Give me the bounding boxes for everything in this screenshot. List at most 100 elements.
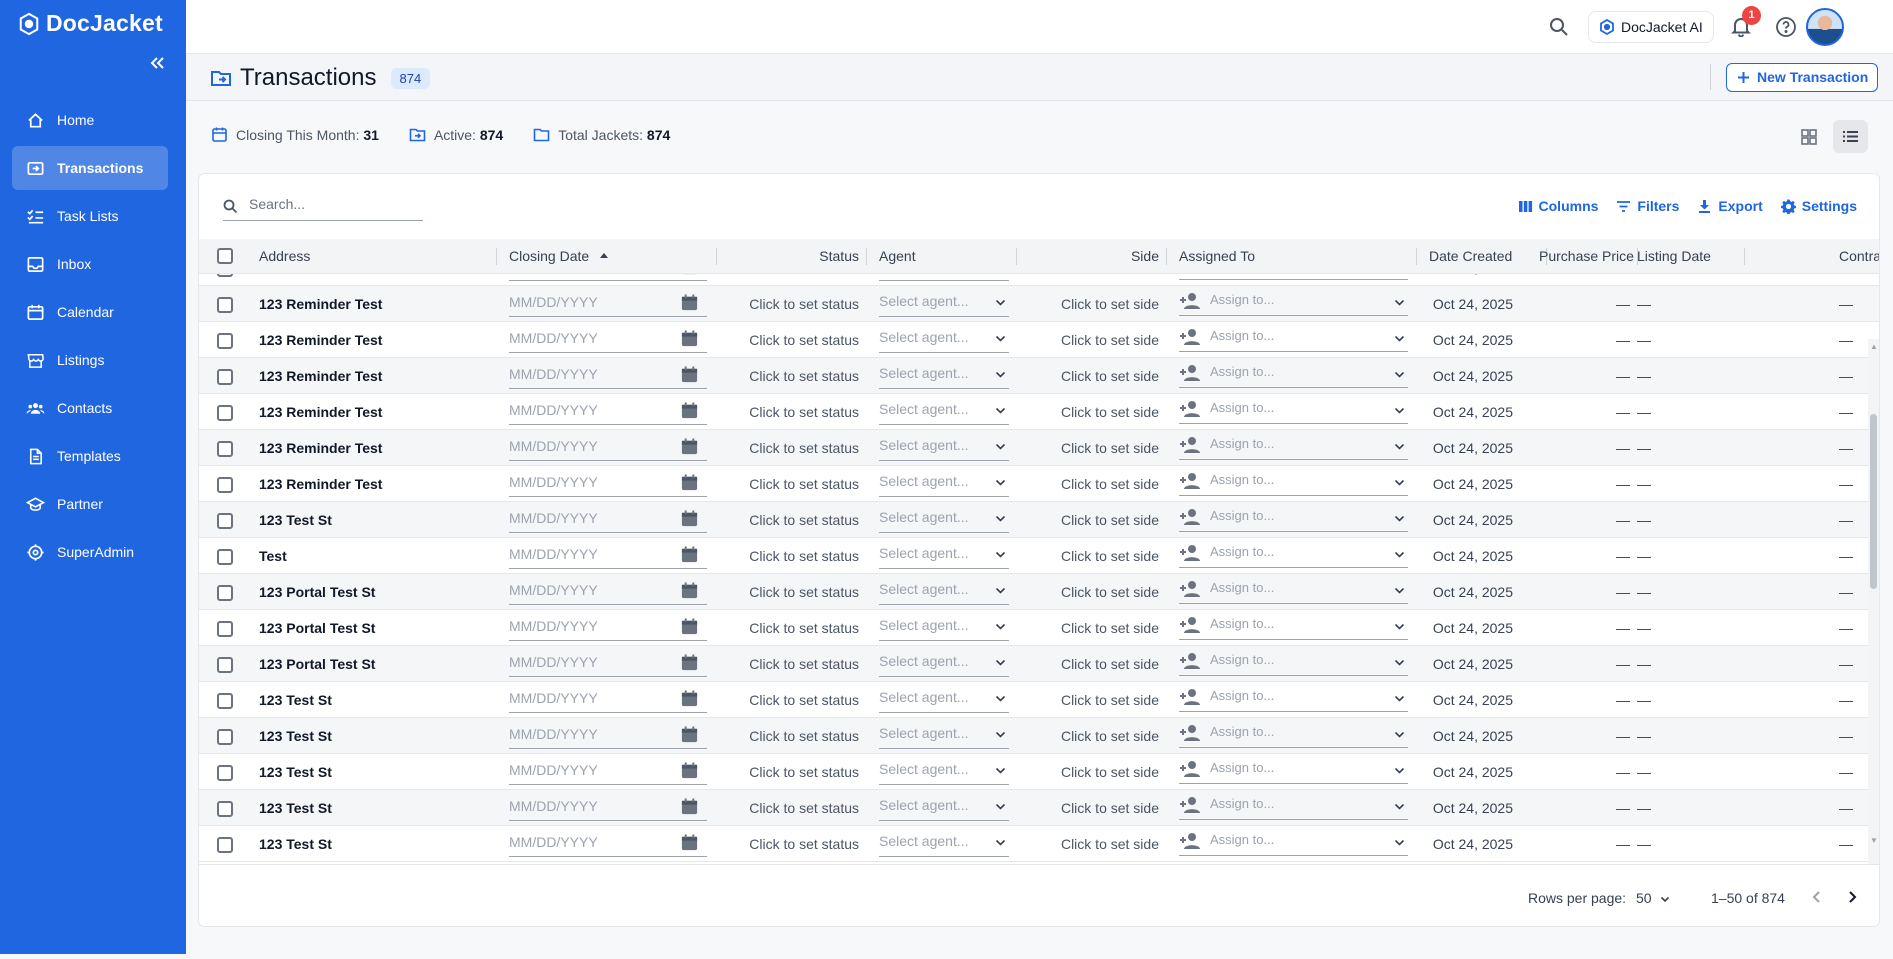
header-purchase-price[interactable]: Purchase Price [1539, 239, 1638, 274]
row-checkbox[interactable] [217, 441, 233, 457]
table-row[interactable]: 123 Test St MM/DD/YYYY Click to set status… [199, 502, 1879, 538]
table-row[interactable]: 123 Test St MM/DD/YYYY Click to set status… [199, 826, 1879, 862]
table-row[interactable]: 123 Reminder Test MM/DD/YYYY Click to set … [199, 274, 1879, 286]
assign-to-select[interactable]: Assign to... [1179, 757, 1408, 784]
agent-select[interactable]: Select agent... [879, 274, 1009, 281]
address-cell[interactable]: 123 Reminder Test [259, 322, 489, 358]
status-cell[interactable]: Click to set status [619, 646, 859, 682]
row-checkbox[interactable] [217, 513, 233, 529]
assign-to-select[interactable]: Assign to... [1179, 577, 1408, 604]
row-checkbox[interactable] [217, 405, 233, 421]
assign-to-select[interactable]: Assign to... [1179, 649, 1408, 676]
status-cell[interactable]: Click to set status [619, 358, 859, 394]
row-checkbox[interactable] [217, 729, 233, 745]
grid-view-icon[interactable] [1800, 128, 1818, 146]
sidebar-item-inbox[interactable]: Inbox [12, 242, 168, 286]
status-cell[interactable]: Click to set status [619, 274, 859, 286]
side-cell[interactable]: Click to set side [1059, 286, 1159, 322]
side-cell[interactable]: Click to set side [1059, 358, 1159, 394]
assign-to-select[interactable]: Assign to... [1179, 541, 1408, 568]
row-checkbox[interactable] [217, 297, 233, 313]
assign-to-select[interactable]: Assign to... [1179, 613, 1408, 640]
header-listing-date[interactable]: Listing Date [1637, 239, 1745, 274]
table-row[interactable]: Test MM/DD/YYYY Click to set status Select … [199, 538, 1879, 574]
address-cell[interactable]: 123 Test St [259, 718, 489, 754]
agent-select[interactable]: Select agent... [879, 794, 1009, 821]
table-row[interactable]: 123 Reminder Test MM/DD/YYYY Click to set … [199, 394, 1879, 430]
header-date-created[interactable]: Date Created [1429, 239, 1547, 274]
assign-to-select[interactable]: Assign to... [1179, 397, 1408, 424]
agent-select[interactable]: Select agent... [879, 686, 1009, 713]
header-contract[interactable]: Contra [1839, 239, 1879, 274]
address-cell[interactable]: 123 Reminder Test [259, 430, 489, 466]
table-row[interactable]: 123 Test St MM/DD/YYYY Click to set status… [199, 754, 1879, 790]
status-cell[interactable]: Click to set status [619, 502, 859, 538]
status-cell[interactable]: Click to set status [619, 466, 859, 502]
status-cell[interactable]: Click to set status [619, 610, 859, 646]
status-cell[interactable]: Click to set status [619, 394, 859, 430]
row-checkbox[interactable] [217, 693, 233, 709]
row-checkbox[interactable] [217, 369, 233, 385]
vertical-scroll-thumb[interactable] [1870, 414, 1877, 589]
table-row[interactable]: 123 Reminder Test MM/DD/YYYY Click to set … [199, 286, 1879, 322]
assign-to-select[interactable]: Assign to... [1179, 433, 1408, 460]
settings-button[interactable]: Settings [1780, 198, 1857, 214]
columns-button[interactable]: Columns [1518, 198, 1598, 214]
search-field[interactable] [223, 193, 423, 221]
status-cell[interactable]: Click to set status [619, 538, 859, 574]
table-row[interactable]: 123 Reminder Test MM/DD/YYYY Click to set … [199, 466, 1879, 502]
help-icon[interactable] [1775, 16, 1797, 38]
assign-to-select[interactable]: Assign to... [1179, 793, 1408, 820]
status-cell[interactable]: Click to set status [619, 826, 859, 862]
status-cell[interactable]: Click to set status [619, 574, 859, 610]
agent-select[interactable]: Select agent... [879, 290, 1009, 317]
agent-select[interactable]: Select agent... [879, 650, 1009, 677]
address-cell[interactable]: 123 Test St [259, 502, 489, 538]
header-status[interactable]: Status [719, 239, 867, 274]
agent-select[interactable]: Select agent... [879, 614, 1009, 641]
agent-select[interactable]: Select agent... [879, 578, 1009, 605]
filters-button[interactable]: Filters [1616, 198, 1679, 214]
sidebar-item-home[interactable]: Home [12, 98, 168, 142]
address-cell[interactable]: 123 Reminder Test [259, 394, 489, 430]
address-cell[interactable]: 123 Test St [259, 682, 489, 718]
side-cell[interactable]: Click to set side [1059, 466, 1159, 502]
row-checkbox[interactable] [217, 333, 233, 349]
side-cell[interactable]: Click to set side [1059, 502, 1159, 538]
assign-to-select[interactable]: Assign to... [1179, 721, 1408, 748]
address-cell[interactable]: 123 Test St [259, 826, 489, 862]
agent-select[interactable]: Select agent... [879, 326, 1009, 353]
side-cell[interactable]: Click to set side [1059, 826, 1159, 862]
status-cell[interactable]: Click to set status [619, 286, 859, 322]
assign-to-select[interactable]: Assign to... [1179, 274, 1408, 280]
address-cell[interactable]: 123 Portal Test St [259, 574, 489, 610]
table-row[interactable]: 123 Portal Test St MM/DD/YYYY Click to set… [199, 646, 1879, 682]
assign-to-select[interactable]: Assign to... [1179, 505, 1408, 532]
header-closing-date[interactable]: Closing Date [509, 239, 717, 274]
side-cell[interactable]: Click to set side [1059, 274, 1159, 286]
table-row[interactable]: 123 Reminder Test MM/DD/YYYY Click to set … [199, 322, 1879, 358]
global-search-icon[interactable] [1548, 16, 1570, 38]
vertical-scrollbar[interactable]: ▲ ▼ [1868, 339, 1879, 864]
row-checkbox[interactable] [217, 274, 233, 277]
address-cell[interactable]: 123 Reminder Test [259, 286, 489, 322]
row-checkbox[interactable] [217, 765, 233, 781]
agent-select[interactable]: Select agent... [879, 470, 1009, 497]
address-cell[interactable]: 123 Reminder Test [259, 274, 489, 286]
header-assigned-to[interactable]: Assigned To [1179, 239, 1417, 274]
agent-select[interactable]: Select agent... [879, 362, 1009, 389]
status-cell[interactable]: Click to set status [619, 430, 859, 466]
assign-to-select[interactable]: Assign to... [1179, 325, 1408, 352]
side-cell[interactable]: Click to set side [1059, 394, 1159, 430]
status-cell[interactable]: Click to set status [619, 322, 859, 358]
search-input[interactable] [249, 196, 419, 212]
row-checkbox[interactable] [217, 585, 233, 601]
side-cell[interactable]: Click to set side [1059, 646, 1159, 682]
assign-to-select[interactable]: Assign to... [1179, 829, 1408, 856]
address-cell[interactable]: 123 Reminder Test [259, 358, 489, 394]
side-cell[interactable]: Click to set side [1059, 538, 1159, 574]
side-cell[interactable]: Click to set side [1059, 610, 1159, 646]
assign-to-select[interactable]: Assign to... [1179, 289, 1408, 316]
side-cell[interactable]: Click to set side [1059, 754, 1159, 790]
status-cell[interactable]: Click to set status [619, 682, 859, 718]
